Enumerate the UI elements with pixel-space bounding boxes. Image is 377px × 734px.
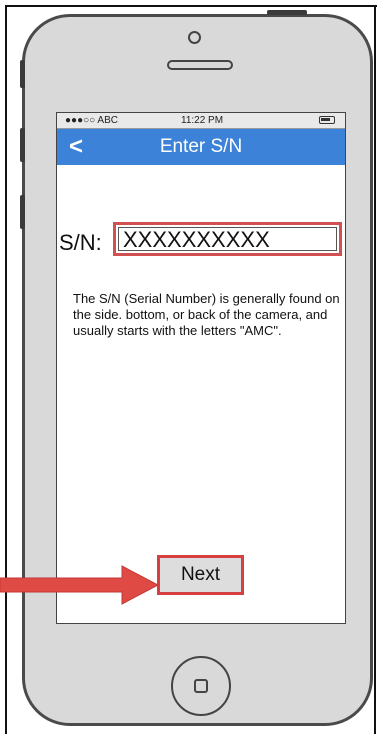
frame-top-line	[5, 5, 377, 7]
battery-icon	[319, 116, 335, 124]
frame-left-line	[5, 5, 7, 734]
frame-right-line	[374, 5, 376, 734]
status-bar: ●●●○○ ABC 11:22 PM	[57, 113, 345, 129]
next-button[interactable]: Next	[157, 555, 244, 595]
pointer-arrow-icon	[0, 565, 160, 605]
phone-screen: ●●●○○ ABC 11:22 PM < Enter S/N S/N: XXXX…	[56, 112, 346, 624]
nav-bar: < Enter S/N	[57, 129, 345, 165]
status-time: 11:22 PM	[181, 115, 224, 126]
page-title: Enter S/N	[159, 136, 243, 157]
home-square-icon	[194, 679, 208, 693]
home-button[interactable]	[171, 656, 231, 716]
sn-input-value: XXXXXXXXXX	[123, 227, 270, 252]
speaker-grille	[167, 60, 233, 70]
phone-side-button	[20, 195, 25, 229]
sn-label: S/N:	[59, 230, 102, 255]
carrier-signal: ●●●○○ ABC	[65, 115, 118, 126]
sn-input[interactable]: XXXXXXXXXX	[113, 222, 342, 256]
phone-top-button	[267, 10, 307, 15]
camera-icon	[188, 31, 201, 44]
sn-help-text: The S/N (Serial Number) is generally fou…	[73, 291, 340, 338]
phone-side-button	[20, 128, 25, 162]
phone-side-button	[20, 60, 25, 88]
